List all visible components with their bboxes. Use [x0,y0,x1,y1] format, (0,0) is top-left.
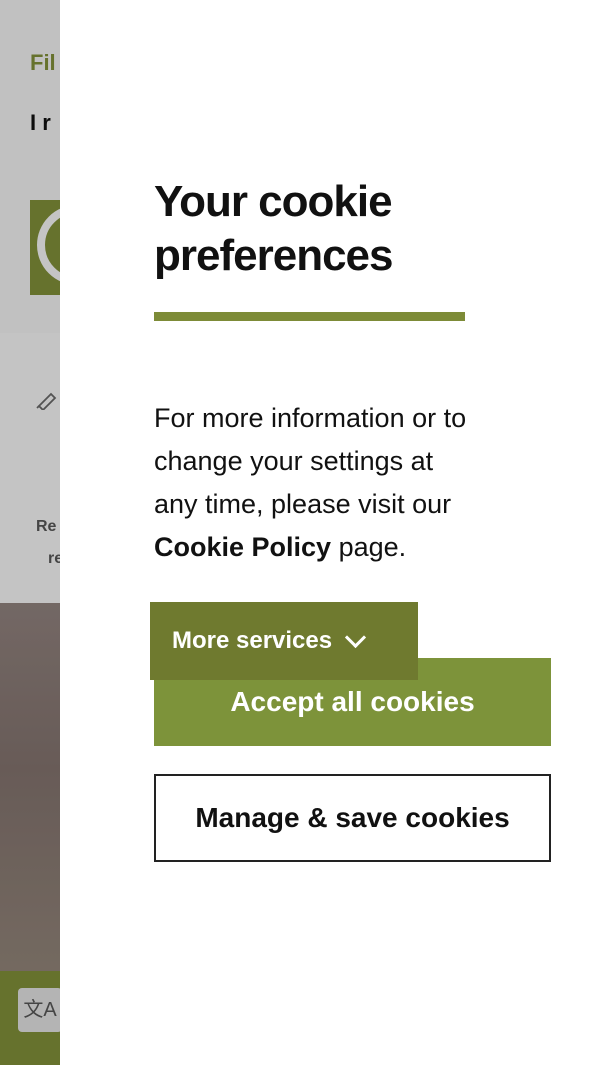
info-prefix-text: For more information or to change your s… [154,403,467,519]
more-services-button[interactable]: More services [150,602,418,680]
more-services-label: More services [172,627,333,654]
cookie-info-text: For more information or to change your s… [154,397,484,569]
chevron-down-icon [345,626,367,648]
cookie-title: Your cookie preferences [154,177,393,280]
info-suffix-text: page. [338,532,407,562]
cookie-policy-link[interactable]: Cookie Policy [154,532,331,562]
title-underline [154,312,465,321]
manage-save-cookies-button[interactable]: Manage & save cookies [154,774,551,862]
